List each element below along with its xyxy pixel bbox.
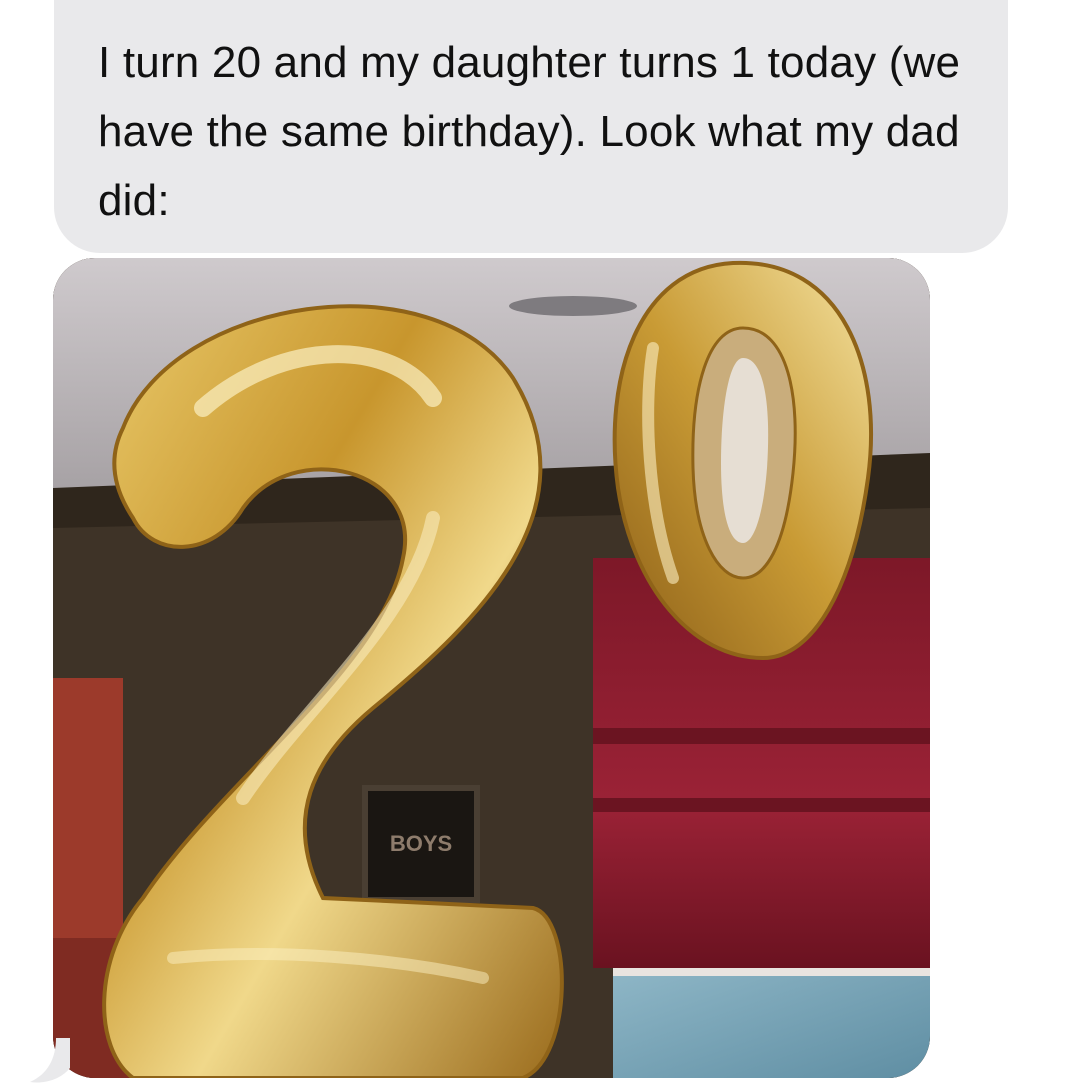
message-bubble[interactable]: I turn 20 and my daughter turns 1 today … <box>54 0 1008 253</box>
message-photo[interactable]: BOYS 2 0 <box>53 258 930 1078</box>
message-thread: I turn 20 and my daughter turns 1 today … <box>0 0 1080 1085</box>
ceiling-light-icon <box>509 296 637 316</box>
picture-frame: BOYS <box>362 785 480 903</box>
window-view <box>613 968 930 1078</box>
frame-text: BOYS <box>390 831 452 856</box>
bubble-tail-icon <box>30 1038 70 1083</box>
balloon-photo-illustration: BOYS 2 0 <box>53 258 930 1078</box>
message-text: I turn 20 and my daughter turns 1 today … <box>98 38 961 225</box>
